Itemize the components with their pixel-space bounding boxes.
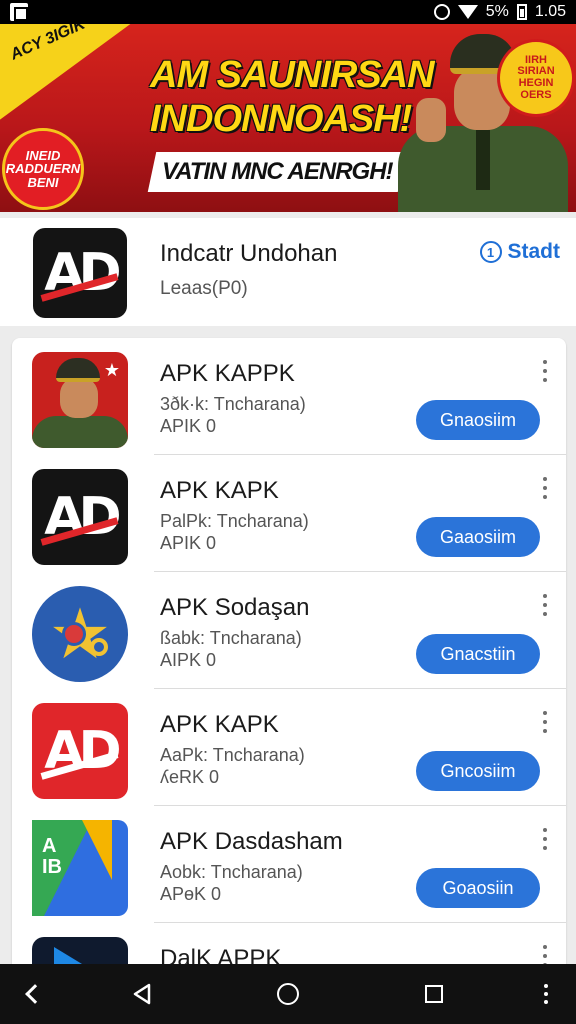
install-button[interactable]: Gnaosiim [416,400,540,440]
install-button[interactable]: Goaosiin [416,868,540,908]
promo-banner[interactable]: ACY 3IGIK INEID RADDUERN BENI AM SAUNIRS… [0,24,576,212]
battery-icon [516,4,527,20]
alarm-icon [433,4,450,20]
more-options-icon[interactable] [538,711,552,733]
app-title: APK Dasdasham [160,828,343,855]
app-meta: APIK 0 [160,533,217,553]
back-chevron-icon[interactable] [16,978,48,1010]
app-developer: PalPk: Tncharana) [160,511,309,531]
app-title: APK KAPK [160,477,279,504]
banner-headline-1: AM SAUNIRSAN [150,54,435,96]
featured-app-subtitle: Leaas(P0) [160,278,248,299]
star-badge-icon: ★ [32,586,128,682]
navigation-bar [0,964,576,1024]
status-bar: 5% 1.05 [0,0,576,24]
app-meta: AIPK 0 [160,650,217,670]
app-title: APK Sodaşan [160,594,310,621]
featured-app-title: Indcatr Undohan [160,240,338,267]
app-title: APK KAPPK [160,360,295,387]
back-triangle-icon[interactable] [126,978,158,1010]
banner-headline-2: INDONNOASH! [150,98,412,140]
home-icon[interactable] [272,978,304,1010]
recents-icon[interactable] [418,978,450,1010]
ad-logo-icon: AD [33,228,127,318]
wifi-icon [457,5,478,19]
overflow-menu-icon[interactable] [530,978,562,1010]
banner-right-badge-text: IIRH SIRIAN HEGIN OERS [517,53,555,101]
list-item[interactable]: A IB APK Dasdasham Aobk: Tncharana) APɵK… [12,806,566,923]
more-options-icon[interactable] [538,828,552,850]
more-options-icon[interactable] [538,477,552,499]
ad-logo-text: AD [44,721,121,781]
banner-left-badge-text: INEID RADDUERN BENI [5,147,81,190]
more-options-icon[interactable] [538,360,552,382]
notification-icon [10,3,28,21]
app-meta: ʎeRK 0 [160,767,220,787]
status-icons: 5% 1.05 [433,2,566,22]
soldier-icon: ★ [32,352,128,448]
ad-logo-text: AD [44,487,121,547]
list-item[interactable]: ★ APK Sodaşan ßabk: Tncharana) AIPK 0 Gn… [12,572,566,689]
banner-left-badge: INEID RADDUERN BENI [2,128,84,210]
list-item[interactable]: AD APK KAPK AaPk: Tncharana) ʎeRK 0 Gnco… [12,689,566,806]
clock: 1.05 [534,3,566,20]
featured-app-card[interactable]: AD Indcatr Undohan Leaas(P0) 1 Stadt [0,218,576,326]
app-meta: APIK 0 [160,416,217,436]
start-button[interactable]: 1 Stadt [479,240,561,264]
start-button-label: Stadt [507,240,561,263]
install-button[interactable]: Gncosiim [416,751,540,791]
install-button[interactable]: Gaaosiim [416,517,540,557]
app-developer: AaPk: Tncharana) [160,745,305,765]
banner-subheadline: VATIN MNC AENRGH! [147,152,407,192]
battery-percent: 5% [485,3,509,20]
app-list: ★ APK KAPPK 3ðk·k: Tncharana) APIK 0 Gna… [12,338,566,978]
ad-logo-icon: AD [32,469,128,565]
app-developer: ßabk: Tncharana) [160,628,302,648]
ad-logo-text: AD [44,243,121,303]
more-options-icon[interactable] [538,594,552,616]
ab-folder-icon-text: A IB [42,835,62,878]
app-developer: Aobk: Tncharana) [160,862,303,882]
install-button[interactable]: Gnacstiin [416,634,540,674]
app-developer: 3ðk·k: Tncharana) [160,394,306,414]
app-title: APK KAPK [160,711,279,738]
banner-subheadline-text: VATIN MNC AENRGH! [161,158,393,185]
ad-red-logo-icon: AD [32,703,128,799]
list-item[interactable]: ★ APK KAPPK 3ðk·k: Tncharana) APIK 0 Gna… [12,338,566,455]
app-meta: APɵK 0 [160,884,222,904]
info-circle-icon: 1 [479,241,502,263]
ab-folder-icon: A IB [32,820,128,916]
list-item[interactable]: AD APK KAPK PalPk: Tncharana) APIK 0 Gaa… [12,455,566,572]
banner-right-badge: IIRH SIRIAN HEGIN OERS [500,42,572,114]
